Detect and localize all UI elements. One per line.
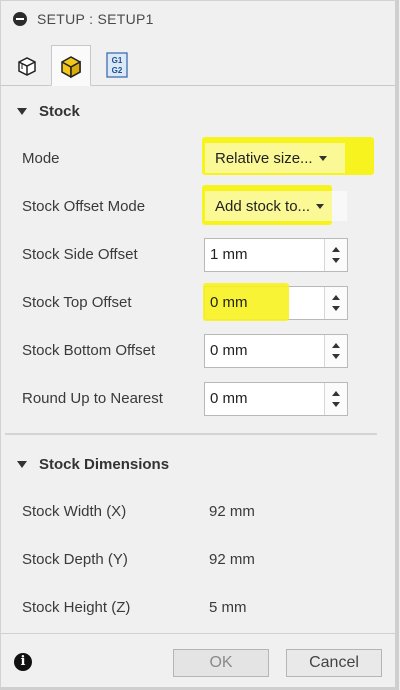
cancel-button[interactable]: Cancel <box>286 649 382 677</box>
stock-side-offset-row: Stock Side Offset 1 mm <box>1 235 395 275</box>
collapse-icon[interactable] <box>13 12 27 26</box>
stock-height-label: Stock Height (Z) <box>22 599 131 616</box>
spinner-buttons[interactable] <box>324 287 347 319</box>
stock-side-offset-stepper[interactable]: 1 mm <box>204 238 348 272</box>
collapse-caret-icon[interactable] <box>17 107 27 115</box>
stock-section-title: Stock <box>39 102 80 120</box>
stock-offset-mode-dropdown[interactable]: Add stock to... <box>205 191 347 221</box>
increment-arrow-icon[interactable] <box>332 295 340 300</box>
decrement-arrow-icon[interactable] <box>332 258 340 263</box>
stock-width-value: 92 mm <box>209 503 255 520</box>
dialog-footer: i OK Cancel <box>1 633 395 688</box>
increment-arrow-icon[interactable] <box>332 343 340 348</box>
tab-icon-text-g1: G1 <box>112 56 123 65</box>
round-up-input[interactable]: 0 mm <box>205 383 323 415</box>
ok-button[interactable]: OK <box>173 649 269 677</box>
stock-top-offset-label: Stock Top Offset <box>22 294 132 311</box>
stock-depth-row: Stock Depth (Y) 92 mm <box>1 540 395 580</box>
decrement-arrow-icon[interactable] <box>332 306 340 311</box>
stock-offset-mode-value: Add stock to... <box>215 197 311 215</box>
collapse-caret-icon[interactable] <box>17 460 27 468</box>
stock-top-offset-input[interactable]: 0 mm <box>205 287 323 319</box>
g1-g2-program-icon: G1 G2 <box>106 52 128 78</box>
dialog-title: SETUP : SETUP1 <box>37 11 154 27</box>
stock-box-icon <box>61 55 81 78</box>
stock-width-label: Stock Width (X) <box>22 503 127 520</box>
setup-box-icon <box>18 57 36 76</box>
mode-dropdown[interactable]: Relative size... <box>205 143 345 173</box>
dropdown-arrow-icon <box>318 155 327 161</box>
stock-depth-value: 92 mm <box>209 551 255 568</box>
tab-icon-text-g2: G2 <box>112 66 123 75</box>
stock-bottom-offset-stepper[interactable]: 0 mm <box>204 334 348 368</box>
title-bar[interactable]: SETUP : SETUP1 <box>1 1 395 37</box>
decrement-arrow-icon[interactable] <box>332 402 340 407</box>
tab-post-process[interactable]: G1 G2 <box>97 45 137 85</box>
stock-dimensions-section-title: Stock Dimensions <box>39 455 170 473</box>
stock-offset-mode-row: Stock Offset Mode Add stock to... <box>1 185 395 227</box>
setup-dialog: SETUP : SETUP1 G1 G2 Stock Mode Relative… <box>0 0 399 690</box>
spinner-buttons[interactable] <box>324 383 347 415</box>
stock-width-row: Stock Width (X) 92 mm <box>1 492 395 532</box>
section-divider <box>5 433 377 435</box>
dropdown-arrow-icon <box>316 203 325 209</box>
stock-bottom-offset-label: Stock Bottom Offset <box>22 342 156 359</box>
increment-arrow-icon[interactable] <box>332 391 340 396</box>
tab-setup[interactable] <box>7 45 47 85</box>
mode-label: Mode <box>22 150 60 167</box>
spinner-buttons[interactable] <box>324 335 347 367</box>
round-up-stepper[interactable]: 0 mm <box>204 382 348 416</box>
round-up-row: Round Up to Nearest 0 mm <box>1 379 395 419</box>
stock-side-offset-input[interactable]: 1 mm <box>205 239 323 271</box>
tab-strip: G1 G2 <box>1 41 395 86</box>
decrement-arrow-icon[interactable] <box>332 354 340 359</box>
stock-top-offset-stepper[interactable]: 0 mm <box>203 283 348 321</box>
stock-section-header[interactable]: Stock <box>1 93 395 129</box>
stock-offset-mode-label: Stock Offset Mode <box>22 198 146 215</box>
stock-dimensions-section-header[interactable]: Stock Dimensions <box>1 446 395 482</box>
round-up-label: Round Up to Nearest <box>22 390 163 407</box>
stock-height-value: 5 mm <box>209 599 247 616</box>
info-icon[interactable]: i <box>14 653 32 671</box>
mode-value: Relative size... <box>215 149 313 167</box>
increment-arrow-icon[interactable] <box>332 247 340 252</box>
stock-bottom-offset-row: Stock Bottom Offset 0 mm <box>1 331 395 371</box>
mode-row: Mode Relative size... <box>1 137 395 179</box>
stock-side-offset-label: Stock Side Offset <box>22 246 138 263</box>
stock-depth-label: Stock Depth (Y) <box>22 551 128 568</box>
stock-height-row: Stock Height (Z) 5 mm <box>1 588 395 628</box>
stock-bottom-offset-input[interactable]: 0 mm <box>205 335 323 367</box>
tab-stock[interactable] <box>51 45 91 86</box>
spinner-buttons[interactable] <box>324 239 347 271</box>
stock-top-offset-row: Stock Top Offset 0 mm <box>1 283 395 323</box>
